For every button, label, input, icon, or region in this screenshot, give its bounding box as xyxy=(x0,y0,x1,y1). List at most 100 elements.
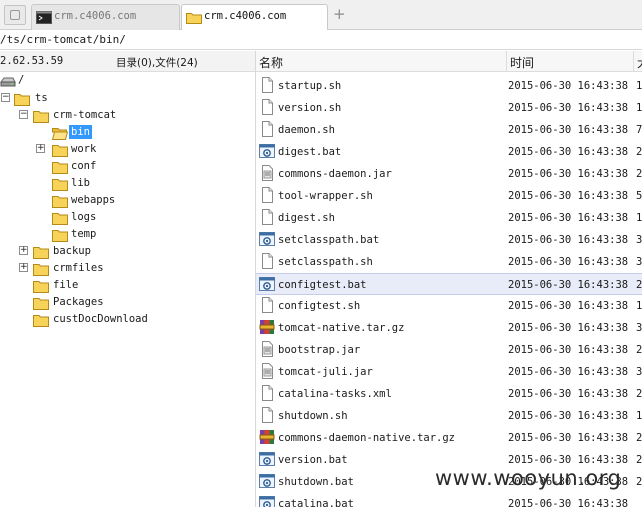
file-icon xyxy=(259,209,275,228)
tree-node-label: Packages xyxy=(53,296,104,308)
tree-node-file[interactable]: file xyxy=(0,277,255,294)
path-bar[interactable]: /ts/crm-tomcat/bin/ xyxy=(0,30,642,50)
file-name: version.sh xyxy=(278,102,342,114)
tree-node-logs[interactable]: logs xyxy=(0,209,255,226)
file-name: commons-daemon.jar xyxy=(278,168,392,180)
file-icon xyxy=(259,319,275,338)
file-row[interactable]: version.sh 2015-06-30 16:43:38 1 xyxy=(256,97,642,119)
file-size: 3 xyxy=(636,322,642,334)
file-row[interactable]: catalina-tasks.xml 2015-06-30 16:43:38 2 xyxy=(256,383,642,405)
folder-icon xyxy=(52,230,68,242)
file-row[interactable]: configtest.bat 2015-06-30 16:43:38 2 xyxy=(256,273,642,295)
tab-bar: crm.c4006.com crm.c4006.com + xyxy=(0,0,642,31)
file-row[interactable]: daemon.sh 2015-06-30 16:43:38 7 xyxy=(256,119,642,141)
file-row[interactable]: shutdown.sh 2015-06-30 16:43:38 1 xyxy=(256,405,642,427)
folder-icon xyxy=(33,281,49,293)
file-size: 2 xyxy=(636,476,642,488)
tree-node-lib[interactable]: lib xyxy=(0,175,255,192)
tree-node-custdocdownload[interactable]: custDocDownload xyxy=(0,311,255,328)
file-time: 2015-06-30 16:43:38 xyxy=(508,256,629,268)
file-icon xyxy=(259,407,275,426)
tree-node-crm-tomcat[interactable]: − crm-tomcat xyxy=(0,107,255,124)
file-row[interactable]: tomcat-juli.jar 2015-06-30 16:43:38 3 xyxy=(256,361,642,383)
tree-node-label: temp xyxy=(71,228,97,240)
file-icon xyxy=(259,451,275,470)
file-time: 2015-06-30 16:43:38 xyxy=(508,344,629,356)
column-header-time[interactable]: 时间 xyxy=(510,54,534,71)
tab-label: crm.c4006.com xyxy=(54,10,137,22)
file-row[interactable]: startup.sh 2015-06-30 16:43:38 1 xyxy=(256,75,642,97)
tab-session-files[interactable]: crm.c4006.com xyxy=(181,4,328,31)
tree-node-bin[interactable]: bin xyxy=(0,124,255,141)
document-icon xyxy=(262,187,273,203)
file-name: shutdown.sh xyxy=(278,410,348,422)
tree-node-label: lib xyxy=(71,177,90,189)
tree-node-temp[interactable]: temp xyxy=(0,226,255,243)
collapse-icon[interactable]: − xyxy=(1,93,10,102)
file-time: 2015-06-30 16:43:38 xyxy=(508,124,629,136)
file-row[interactable]: setclasspath.bat 2015-06-30 16:43:38 3 xyxy=(256,229,642,251)
document-icon xyxy=(262,297,273,313)
file-icon xyxy=(259,363,275,382)
file-row[interactable]: setclasspath.sh 2015-06-30 16:43:38 3 xyxy=(256,251,642,273)
tree-node-label: / xyxy=(18,74,25,86)
tab-session-terminal[interactable]: crm.c4006.com xyxy=(31,4,180,30)
file-size: 2 xyxy=(636,146,642,158)
file-time: 2015-06-30 16:43:38 xyxy=(508,168,629,180)
file-name: digest.bat xyxy=(278,146,342,158)
tree-node-backup[interactable]: + backup xyxy=(0,243,255,260)
file-time: 2015-06-30 16:43:38 xyxy=(508,212,629,224)
tree-node-crmfiles[interactable]: + crmfiles xyxy=(0,260,255,277)
file-icon xyxy=(259,187,275,206)
file-size: 3 xyxy=(636,256,642,268)
file-icon xyxy=(259,495,275,507)
left-panel-header: 2.62.53.59 目录(0),文件(24) xyxy=(0,51,255,72)
column-separator[interactable] xyxy=(506,51,507,72)
tree-node-packages[interactable]: Packages xyxy=(0,294,255,311)
tree-node-root[interactable]: / xyxy=(0,72,255,89)
expand-icon[interactable]: + xyxy=(36,144,45,153)
tree-node-conf[interactable]: conf xyxy=(0,158,255,175)
file-row[interactable]: digest.bat 2015-06-30 16:43:38 2 xyxy=(256,141,642,163)
file-row[interactable]: tomcat-native.tar.gz 2015-06-30 16:43:38 3 xyxy=(256,317,642,339)
file-row[interactable]: digest.sh 2015-06-30 16:43:38 1 xyxy=(256,207,642,229)
folder-icon xyxy=(52,213,68,225)
file-name: configtest.sh xyxy=(278,300,361,312)
file-row[interactable]: commons-daemon-native.tar.gz 2015-06-30 1… xyxy=(256,427,642,449)
file-name: tomcat-native.tar.gz xyxy=(278,322,405,334)
tree-node-ts[interactable]: − ts xyxy=(0,90,255,107)
tree-node-label: bin xyxy=(69,125,92,139)
collapse-icon[interactable]: − xyxy=(19,110,28,119)
tab-menu-button[interactable] xyxy=(4,5,26,25)
window-icon xyxy=(10,10,20,20)
expand-icon[interactable]: + xyxy=(19,263,28,272)
tree-node-label: conf xyxy=(71,160,97,172)
file-name: startup.sh xyxy=(278,80,342,92)
file-size: 2 xyxy=(636,168,642,180)
file-size: 3 xyxy=(636,366,642,378)
file-row[interactable]: catalina.bat 2015-06-30 16:43:38 xyxy=(256,493,642,507)
file-row[interactable]: bootstrap.jar 2015-06-30 16:43:38 2 xyxy=(256,339,642,361)
file-name: catalina.bat xyxy=(278,498,354,507)
new-tab-button[interactable]: + xyxy=(333,7,346,22)
document-icon xyxy=(262,77,273,93)
expand-icon[interactable]: + xyxy=(19,246,28,255)
file-name: configtest.bat xyxy=(278,279,367,291)
file-icon xyxy=(259,121,275,140)
file-row[interactable]: tool-wrapper.sh 2015-06-30 16:43:38 5 xyxy=(256,185,642,207)
document-icon xyxy=(262,99,273,115)
tree-node-work[interactable]: + work xyxy=(0,141,255,158)
file-name: version.bat xyxy=(278,454,348,466)
file-size: 1 xyxy=(636,300,642,312)
document-icon xyxy=(262,407,273,423)
file-row[interactable]: commons-daemon.jar 2015-06-30 16:43:38 2 xyxy=(256,163,642,185)
file-row[interactable]: configtest.sh 2015-06-30 16:43:38 1 xyxy=(256,295,642,317)
file-time: 2015-06-30 16:43:38 xyxy=(508,366,629,378)
column-separator[interactable] xyxy=(633,51,634,72)
tree-node-label: custDocDownload xyxy=(53,313,148,325)
file-size: 1 xyxy=(636,102,642,114)
folder-icon xyxy=(33,247,49,259)
column-header-name[interactable]: 名称 xyxy=(259,54,283,71)
tree-node-webapps[interactable]: webapps xyxy=(0,192,255,209)
column-header-size[interactable]: 大 xyxy=(637,54,642,71)
